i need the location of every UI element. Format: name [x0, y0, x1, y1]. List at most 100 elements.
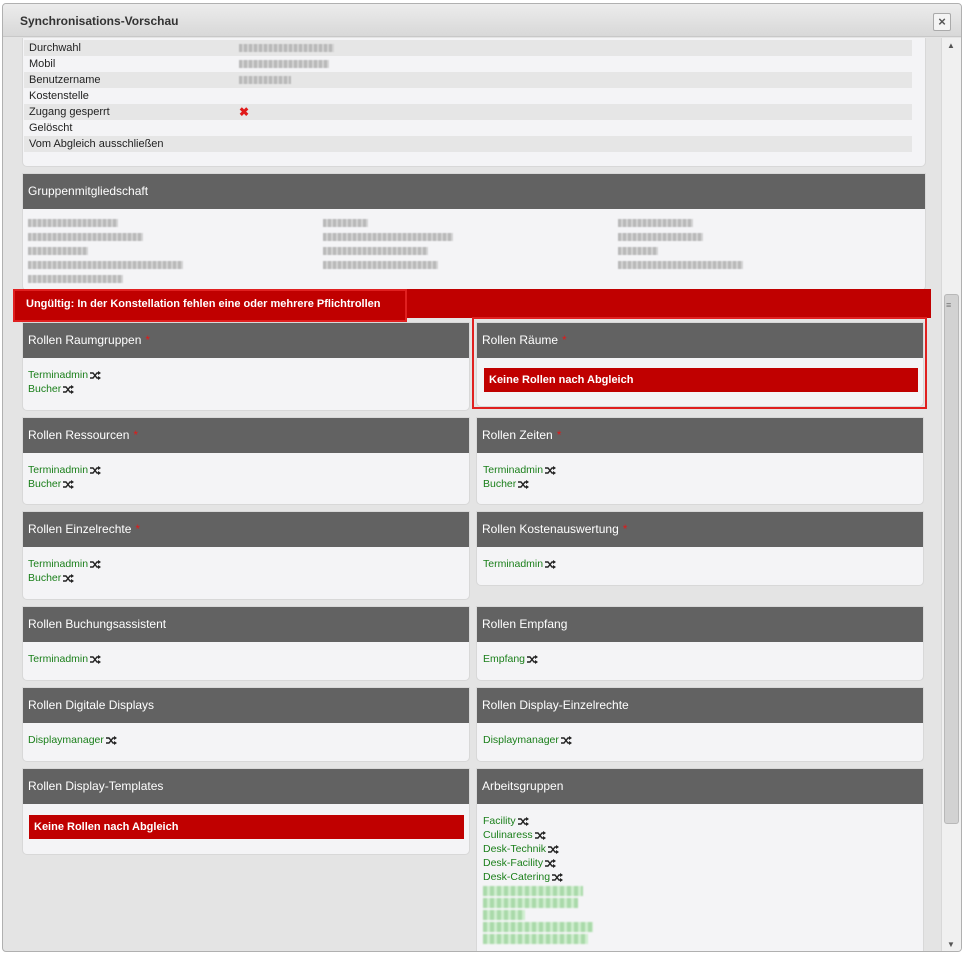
info-value-redacted [239, 56, 329, 72]
shuffle-icon[interactable] [517, 816, 529, 826]
group-membership-panel: Gruppenmitgliedschaft [22, 173, 926, 291]
sync-preview-dialog: Synchronisations-Vorschau × Durchwahl Mo… [2, 3, 962, 952]
shuffle-icon[interactable] [63, 573, 75, 583]
panel-header: Rollen Ressourcen * [23, 418, 469, 453]
info-row-durchwahl: Durchwahl [24, 40, 912, 56]
shuffle-icon[interactable] [560, 735, 572, 745]
info-label: Mobil [29, 58, 56, 70]
info-row-zugang-gesperrt: Zugang gesperrt ✖ [24, 104, 912, 120]
panel-title: Rollen Digitale Displays [28, 698, 155, 712]
scrollbar-thumb[interactable] [944, 294, 959, 824]
panel-header: Rollen Zeiten * [477, 418, 923, 453]
shuffle-icon[interactable] [90, 559, 102, 569]
panel-header: Rollen Display-Einzelrechte [477, 688, 923, 723]
vertical-scrollbar[interactable]: ▲ ≡ ▼ [941, 38, 961, 951]
workgroup-list-redacted [483, 886, 918, 944]
workgroup-item[interactable]: Facility [483, 814, 918, 828]
close-icon: × [938, 14, 946, 29]
shuffle-icon[interactable] [90, 370, 102, 380]
role-item[interactable]: Terminadmin [483, 463, 918, 477]
shuffle-icon[interactable] [548, 844, 560, 854]
info-label: Kostenstelle [29, 90, 89, 102]
shuffle-icon[interactable] [545, 858, 557, 868]
panel-rollen-einzelrechte: Rollen Einzelrechte * Terminadmin Bucher [22, 511, 470, 600]
arrow-down-icon[interactable]: ▼ [947, 940, 955, 949]
panel-arbeitsgruppen: Arbeitsgruppen Facility Culinaress Desk-… [476, 768, 924, 951]
role-item[interactable]: Terminadmin [28, 463, 464, 477]
close-button[interactable]: × [933, 13, 951, 31]
panel-title: Rollen Buchungsassistent [28, 617, 167, 631]
info-row-kostenstelle: Kostenstelle [24, 88, 912, 104]
required-marker: * [133, 428, 139, 442]
shuffle-icon[interactable] [63, 384, 75, 394]
validation-message: Ungültig: In der Konstellation fehlen ei… [13, 289, 407, 322]
shuffle-icon[interactable] [534, 830, 546, 840]
panel-header: Arbeitsgruppen [477, 769, 923, 804]
info-row-benutzername: Benutzername [24, 72, 912, 88]
info-value-redacted [239, 40, 334, 56]
shuffle-icon[interactable] [518, 479, 530, 489]
panel-header: Rollen Empfang [477, 607, 923, 642]
panel-header: Rollen Raumgruppen * [23, 323, 469, 358]
panel-rollen-ressourcen: Rollen Ressourcen * Terminadmin Bucher [22, 417, 470, 505]
dialog-titlebar[interactable]: Synchronisations-Vorschau × [3, 4, 961, 37]
info-row-abgleich-ausschliessen: Vom Abgleich ausschließen [24, 136, 912, 152]
info-label: Benutzername [29, 74, 101, 86]
shuffle-icon[interactable] [63, 479, 75, 489]
role-item[interactable]: Bucher [483, 477, 918, 491]
role-item[interactable]: Terminadmin [28, 368, 464, 382]
role-item[interactable]: Bucher [28, 571, 464, 585]
workgroup-item[interactable]: Desk-Technik [483, 842, 918, 856]
panel-rollen-empfang: Rollen Empfang Empfang [476, 606, 924, 681]
required-marker: * [556, 428, 562, 442]
role-item[interactable]: Empfang [483, 652, 918, 666]
shuffle-icon[interactable] [527, 654, 539, 664]
workgroup-item[interactable]: Desk-Facility [483, 856, 918, 870]
role-item[interactable]: Terminadmin [28, 557, 464, 571]
shuffle-icon[interactable] [105, 735, 117, 745]
info-label: Gelöscht [29, 122, 73, 134]
panel-rollen-display-einzelrechte: Rollen Display-Einzelrechte Displaymanag… [476, 687, 924, 762]
error-highlight-frame [472, 317, 927, 409]
role-item[interactable]: Displaymanager [28, 733, 464, 747]
role-item[interactable]: Displaymanager [483, 733, 918, 747]
panel-title: Rollen Display-Templates [28, 779, 164, 793]
panel-header: Rollen Digitale Displays [23, 688, 469, 723]
panel-rollen-display-templates: Rollen Display-Templates Keine Rollen na… [22, 768, 470, 855]
info-label: Zugang gesperrt [29, 106, 110, 118]
blocked-icon: ✖ [239, 105, 250, 119]
shuffle-icon[interactable] [552, 872, 564, 882]
user-info-panel: Durchwahl Mobil Benutzername Kostenstell… [22, 38, 926, 167]
no-roles-message: Keine Rollen nach Abgleich [29, 815, 464, 839]
shuffle-icon[interactable] [90, 654, 102, 664]
panel-title: Rollen Empfang [482, 617, 568, 631]
role-item[interactable]: Terminadmin [483, 557, 918, 571]
panel-rollen-buchungsassistent: Rollen Buchungsassistent Terminadmin [22, 606, 470, 681]
required-marker: * [622, 522, 628, 536]
required-marker: * [135, 522, 141, 536]
required-marker: * [145, 333, 151, 347]
role-item[interactable]: Terminadmin [28, 652, 464, 666]
panel-header: Rollen Einzelrechte * [23, 512, 469, 547]
panel-title: Rollen Display-Einzelrechte [482, 698, 629, 712]
shuffle-icon[interactable] [90, 465, 102, 475]
group-list-redacted [23, 209, 925, 283]
shuffle-icon[interactable] [545, 559, 557, 569]
panel-title: Rollen Kostenauswertung [482, 522, 619, 536]
shuffle-icon[interactable] [545, 465, 557, 475]
workgroup-item[interactable]: Desk-Catering [483, 870, 918, 884]
panel-title: Rollen Raumgruppen [28, 333, 142, 347]
dialog-content: Durchwahl Mobil Benutzername Kostenstell… [3, 38, 941, 951]
grip-icon: ≡ [946, 300, 952, 310]
role-item[interactable]: Bucher [28, 477, 464, 491]
panel-title: Arbeitsgruppen [482, 779, 564, 793]
info-row-mobil: Mobil [24, 56, 912, 72]
info-label: Vom Abgleich ausschließen [29, 138, 164, 150]
panel-title: Rollen Einzelrechte [28, 522, 132, 536]
arrow-up-icon[interactable]: ▲ [947, 41, 955, 50]
panel-rollen-kostenauswertung: Rollen Kostenauswertung * Terminadmin [476, 511, 924, 586]
role-item[interactable]: Bucher [28, 382, 464, 396]
workgroup-item[interactable]: Culinaress [483, 828, 918, 842]
panel-rollen-raumgruppen: Rollen Raumgruppen * Terminadmin Bucher [22, 322, 470, 411]
panel-header: Rollen Buchungsassistent [23, 607, 469, 642]
